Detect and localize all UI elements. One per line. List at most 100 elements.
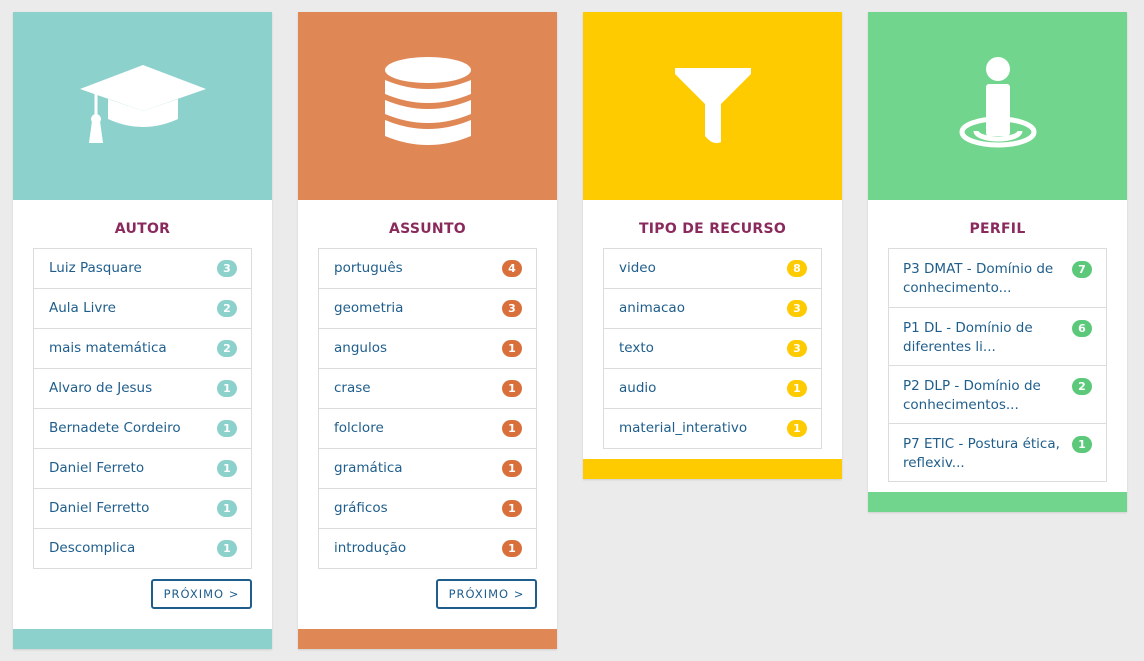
card-title: ASSUNTO (388, 221, 466, 237)
list-item-label: Luiz Pasquare (49, 260, 142, 276)
card-footer-bar (583, 459, 842, 479)
count-badge: 1 (502, 380, 522, 397)
list-item-label: Aula Livre (49, 300, 116, 316)
list-item[interactable]: audio 1 (604, 368, 821, 408)
list-item[interactable]: português 4 (319, 249, 536, 288)
card-tipo-header (583, 12, 842, 200)
list-item-label-line2: conhecimento... (903, 280, 1012, 296)
card-footer-bar (868, 492, 1127, 512)
list-item-label: material_interativo (619, 420, 748, 436)
count-badge: 3 (787, 300, 807, 317)
list-item-label: Bernadete Cordeiro (49, 420, 181, 436)
list-item-label: texto (619, 340, 654, 356)
graduation-cap-icon (78, 63, 208, 149)
list-item[interactable]: Aula Livre 2 (34, 288, 251, 328)
count-badge: 1 (217, 500, 237, 517)
count-badge: 1 (787, 380, 807, 397)
list-item-label: gráficos (334, 500, 388, 516)
list-item-label-line1: P1 DL - Domínio de (903, 320, 1033, 336)
list-item-label: introdução (334, 540, 407, 556)
count-badge: 1 (217, 380, 237, 397)
list-item-label: Daniel Ferreto (49, 460, 145, 476)
list-item[interactable]: material_interativo 1 (604, 408, 821, 448)
card-footer-bar (13, 629, 272, 649)
count-badge: 1 (1072, 436, 1092, 453)
list-item-label: P7 ETIC - Postura ética, reflexiv... (903, 436, 1060, 471)
next-button[interactable]: PRÓXIMO > (151, 579, 252, 609)
list-item[interactable]: P3 DMAT - Domínio de conhecimento... 7 (889, 249, 1106, 307)
list-item[interactable]: video 8 (604, 249, 821, 288)
list-item[interactable]: folclore 1 (319, 408, 536, 448)
list-item[interactable]: Alvaro de Jesus 1 (34, 368, 251, 408)
list-item-label-line2: reflexiv... (903, 455, 965, 471)
list-item-label: P1 DL - Domínio de diferentes li... (903, 320, 1033, 355)
card-title: TIPO DE RECURSO (638, 221, 787, 237)
list-item-label-line2: diferentes li... (903, 339, 996, 355)
list-item-label: audio (619, 380, 657, 396)
card-title: AUTOR (114, 221, 171, 237)
list-item-label: Descomplica (49, 540, 136, 556)
list-item[interactable]: introdução 1 (319, 528, 536, 568)
list-item[interactable]: animacao 3 (604, 288, 821, 328)
list-item-label: Daniel Ferretto (49, 500, 150, 516)
list-item[interactable]: geometria 3 (319, 288, 536, 328)
list-item-label: P2 DLP - Domínio de conhecimentos... (903, 378, 1041, 413)
pagination: PRÓXIMO > (298, 569, 557, 629)
list-item[interactable]: mais matemática 2 (34, 328, 251, 368)
list-item[interactable]: Daniel Ferreto 1 (34, 448, 251, 488)
count-badge: 1 (217, 420, 237, 437)
count-badge: 1 (502, 500, 522, 517)
count-badge: 4 (502, 260, 522, 277)
count-badge: 2 (217, 340, 237, 357)
next-button[interactable]: PRÓXIMO > (436, 579, 537, 609)
list-item[interactable]: gráficos 1 (319, 488, 536, 528)
list-item[interactable]: P1 DL - Domínio de diferentes li... 6 (889, 307, 1106, 365)
list-item-label: P3 DMAT - Domínio de conhecimento... (903, 261, 1053, 296)
count-badge: 1 (502, 540, 522, 557)
count-badge: 1 (502, 460, 522, 477)
list-item-label: Alvaro de Jesus (49, 380, 153, 396)
card-title: PERFIL (969, 221, 1026, 237)
count-badge: 3 (787, 340, 807, 357)
list-item-label: mais matemática (49, 340, 167, 356)
list-item[interactable]: Descomplica 1 (34, 528, 251, 568)
list-item-label: folclore (334, 420, 384, 436)
list-item[interactable]: P2 DLP - Domínio de conhecimentos... 2 (889, 365, 1106, 423)
list-item[interactable]: gramática 1 (319, 448, 536, 488)
list-item-label-line1: P2 DLP - Domínio de (903, 378, 1041, 394)
card-perfil-header (868, 12, 1127, 200)
database-icon (383, 56, 473, 156)
list-item-label: video (619, 260, 656, 276)
pagination: PRÓXIMO > (13, 569, 272, 629)
autor-list: Luiz Pasquare 3 Aula Livre 2 mais matemáti… (33, 248, 252, 569)
list-item-label: crase (334, 380, 371, 396)
count-badge: 2 (217, 300, 237, 317)
list-item-label: português (334, 260, 403, 276)
card-assunto-header (298, 12, 557, 200)
count-badge: 1 (217, 540, 237, 557)
list-item-label: animacao (619, 300, 685, 316)
list-item-label: angulos (334, 340, 387, 356)
count-badge: 1 (787, 420, 807, 437)
list-item[interactable]: angulos 1 (319, 328, 536, 368)
count-badge: 3 (502, 300, 522, 317)
card-autor-header (13, 12, 272, 200)
card-assunto: ASSUNTO português 4 geometria 3 angulos 1 c… (298, 12, 557, 649)
card-tipo-de-recurso: TIPO DE RECURSO video 8 animacao 3 texto 3 … (583, 12, 842, 479)
count-badge: 1 (502, 340, 522, 357)
list-item[interactable]: crase 1 (319, 368, 536, 408)
list-item[interactable]: Bernadete Cordeiro 1 (34, 408, 251, 448)
list-item[interactable]: P7 ETIC - Postura ética, reflexiv... 1 (889, 423, 1106, 481)
list-item[interactable]: texto 3 (604, 328, 821, 368)
count-badge: 7 (1072, 261, 1092, 278)
tipo-list: video 8 animacao 3 texto 3 audio 1 material_… (603, 248, 822, 449)
count-badge: 3 (217, 260, 237, 277)
list-item-label-line1: P3 DMAT - Domínio de (903, 261, 1054, 277)
count-badge: 6 (1072, 320, 1092, 337)
card-perfil: PERFIL P3 DMAT - Domínio de conhecimento.… (868, 12, 1127, 512)
list-item[interactable]: Daniel Ferretto 1 (34, 488, 251, 528)
list-item[interactable]: Luiz Pasquare 3 (34, 249, 251, 288)
card-footer-bar (298, 629, 557, 649)
count-badge: 1 (502, 420, 522, 437)
perfil-list: P3 DMAT - Domínio de conhecimento... 7 P1 … (888, 248, 1107, 482)
